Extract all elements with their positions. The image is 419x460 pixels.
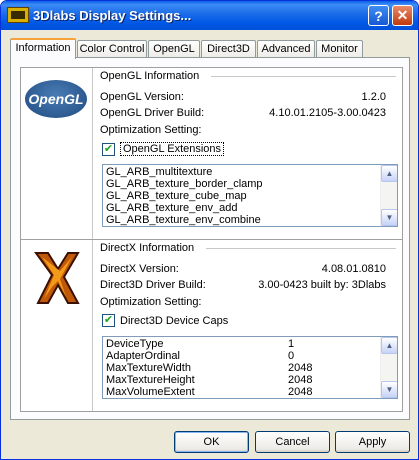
apply-button[interactable]: Apply [335, 431, 410, 453]
list-item[interactable]: GL_ARB_texture_env_add [103, 202, 397, 214]
table-row[interactable]: MaxTextureHeight 2048 [103, 374, 397, 386]
opengl-logo: OpenGL [25, 80, 87, 118]
tab-color-control[interactable]: Color Control [77, 40, 147, 58]
direct3d-caps-list[interactable]: DeviceType 1 AdapterOrdinal 0 MaxTextureWi… [102, 336, 398, 399]
cap-value: 1 [288, 338, 295, 350]
scroll-down-icon[interactable]: ▼ [381, 381, 397, 398]
opengl-extensions-checkbox[interactable]: ✔ OpenGL Extensions [102, 142, 225, 156]
tab-direct3d[interactable]: Direct3D [201, 40, 256, 58]
cap-value: 2048 [288, 362, 313, 374]
direct3d-driver-value: 3.00-0423 built by: 3Dlabs [258, 279, 386, 291]
checkbox-check-icon[interactable]: ✔ [102, 142, 115, 156]
cap-value: 2048 [288, 374, 313, 386]
scroll-up-icon[interactable]: ▲ [381, 165, 397, 182]
opengl-version-value: 1.2.0 [361, 91, 386, 103]
tab-information[interactable]: Information [10, 38, 76, 59]
directx-section-title: DirectX Information [100, 242, 195, 254]
list-item[interactable]: GL_ARB_texture_env_combine [103, 214, 397, 226]
opengl-driver-value: 4.10.01.2105-3.00.0423 [269, 107, 386, 119]
dialog-window: 3Dlabs Display Settings... ? ✕ Informati… [0, 0, 419, 460]
cap-name: MaxTextureWidth [106, 362, 191, 374]
tab-monitor[interactable]: Monitor [316, 40, 363, 58]
list-item[interactable]: GL_ARB_texture_cube_map [103, 190, 397, 202]
help-button[interactable]: ? [368, 5, 389, 26]
close-button[interactable]: ✕ [392, 5, 413, 26]
checkbox-check-icon[interactable]: ✔ [102, 314, 115, 327]
directx-optimization-label: Optimization Setting: [100, 296, 202, 308]
cap-name: MaxVolumeExtent [106, 386, 195, 398]
scroll-down-icon[interactable]: ▼ [381, 209, 397, 226]
cap-name: DeviceType [106, 338, 164, 350]
directx-version-label: DirectX Version: [100, 263, 179, 275]
opengl-list-scrollbar[interactable]: ▲ ▼ [380, 165, 397, 226]
ok-button[interactable]: OK [174, 431, 249, 453]
opengl-driver-label: OpenGL Driver Build: [100, 107, 205, 119]
direct3d-list-scrollbar[interactable]: ▲ ▼ [380, 337, 397, 398]
table-row[interactable]: MaxTextureWidth 2048 [103, 362, 397, 374]
tab-opengl[interactable]: OpenGL [148, 40, 200, 58]
tab-advanced[interactable]: Advanced [257, 40, 315, 58]
list-item[interactable]: GL_ARB_multitexture [103, 166, 397, 178]
opengl-version-label: OpenGL Version: [100, 91, 184, 103]
opengl-section-divider [211, 76, 396, 77]
table-row[interactable]: MaxVolumeExtent 2048 [103, 386, 397, 398]
scroll-up-icon[interactable]: ▲ [381, 337, 397, 354]
directx-section-divider [206, 248, 396, 249]
opengl-section-title: OpenGL Information [100, 70, 200, 82]
directx-section: DirectX Information DirectX Version: 4.0… [20, 239, 403, 412]
cancel-button[interactable]: Cancel [255, 431, 330, 453]
opengl-extensions-list[interactable]: GL_ARB_multitexture GL_ARB_texture_borde… [102, 164, 398, 227]
directx-version-value: 4.08.01.0810 [321, 263, 386, 275]
direct3d-caps-label[interactable]: Direct3D Device Caps [120, 315, 228, 327]
list-item[interactable]: GL_ARB_texture_border_clamp [103, 178, 397, 190]
opengl-section: OpenGL OpenGL Information OpenGL Version… [20, 67, 403, 240]
cap-value: 0 [288, 350, 295, 362]
opengl-logo-box: OpenGL [21, 68, 93, 239]
direct3d-caps-checkbox[interactable]: ✔ Direct3D Device Caps [102, 314, 228, 327]
window-title: 3Dlabs Display Settings... [33, 8, 192, 23]
opengl-optimization-label: Optimization Setting: [100, 124, 202, 136]
cap-name: MaxTextureHeight [106, 374, 195, 386]
directx-logo [29, 250, 85, 306]
cap-name: AdapterOrdinal [106, 350, 180, 362]
title-bar[interactable]: 3Dlabs Display Settings... ? ✕ [1, 1, 418, 30]
table-row[interactable]: AdapterOrdinal 0 [103, 350, 397, 362]
direct3d-driver-label: Direct3D Driver Build: [100, 279, 206, 291]
opengl-extensions-label[interactable]: OpenGL Extensions [120, 142, 225, 156]
cap-value: 2048 [288, 386, 313, 398]
table-row[interactable]: DeviceType 1 [103, 338, 397, 350]
directx-logo-box [21, 240, 93, 411]
app-logo-icon [7, 7, 29, 23]
tab-panel-information: OpenGL OpenGL Information OpenGL Version… [10, 57, 410, 420]
